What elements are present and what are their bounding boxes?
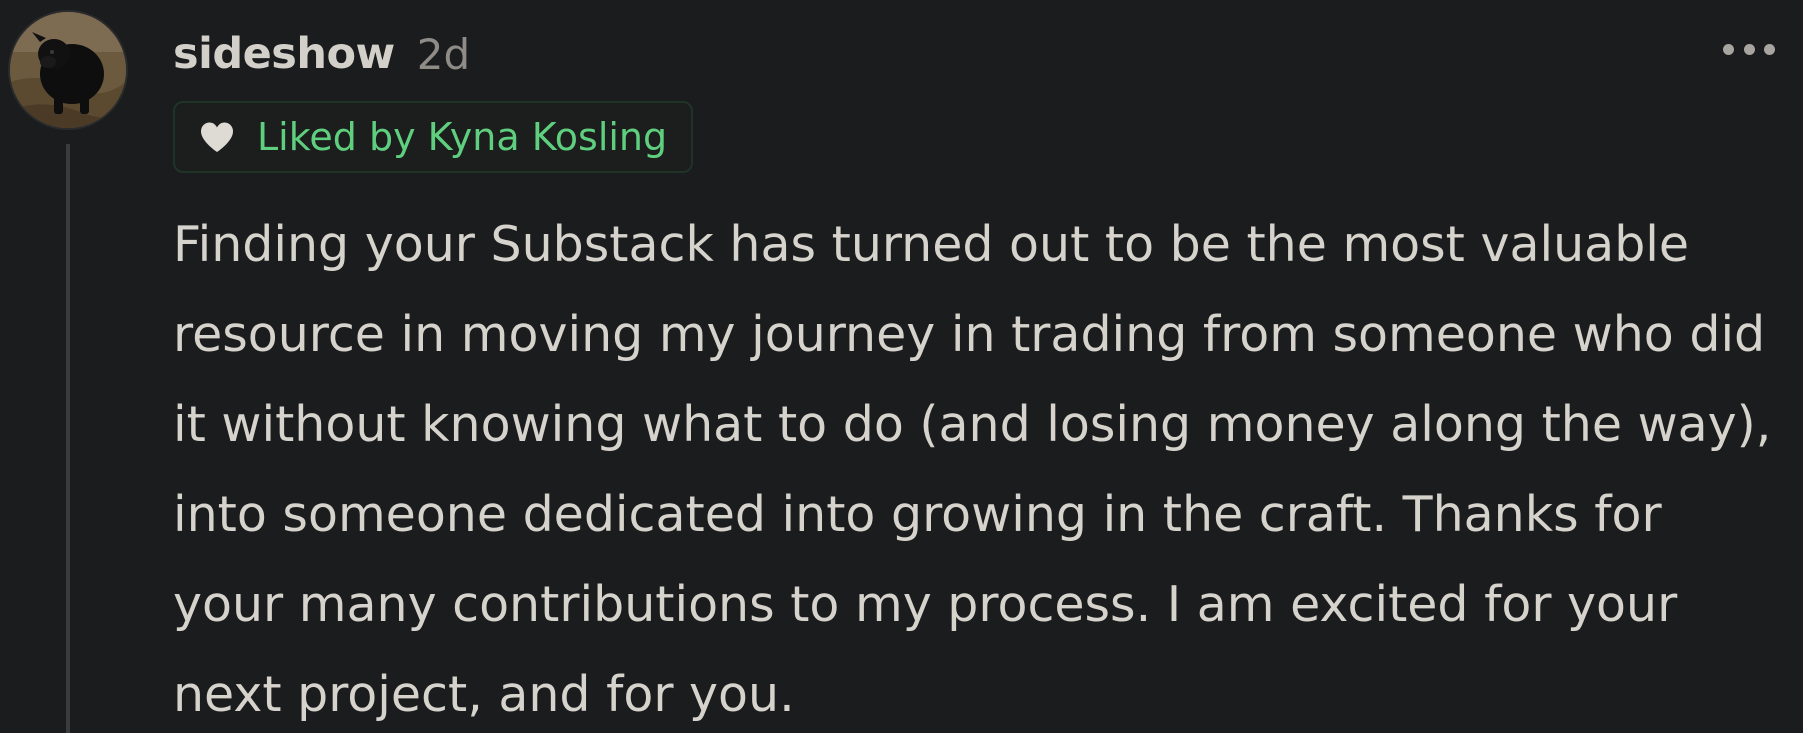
comment-body-line: into someone dedicated into growing in t…: [173, 486, 1662, 543]
comment-body-line: next project, and for you.: [173, 666, 795, 723]
dog-avatar-image: [10, 12, 126, 128]
timestamp[interactable]: 2d: [417, 30, 470, 79]
comment: sideshow 2d Liked by Kyna Kosling Findin…: [0, 0, 1803, 733]
username[interactable]: sideshow: [173, 29, 395, 79]
more-options-button[interactable]: [1723, 34, 1775, 64]
more-options-icon: [1723, 43, 1734, 55]
comment-header: sideshow 2d: [173, 24, 470, 84]
comment-body-line: Finding your Substack has turned out to …: [173, 216, 1690, 273]
comment-body-line: it without knowing what to do (and losin…: [173, 396, 1772, 453]
more-options-icon: [1743, 43, 1755, 55]
thread-line: [66, 144, 70, 733]
avatar[interactable]: [10, 12, 126, 128]
liked-by-label: Liked by Kyna Kosling: [257, 115, 668, 159]
more-options-icon: [1764, 43, 1775, 55]
comment-body-line: resource in moving my journey in trading…: [173, 306, 1766, 363]
heart-icon: [199, 121, 235, 153]
liked-by-badge: Liked by Kyna Kosling: [173, 101, 694, 173]
comment-body: Finding your Substack has turned out to …: [173, 200, 1793, 733]
comment-body-line: your many contributions to my process. I…: [173, 576, 1678, 633]
